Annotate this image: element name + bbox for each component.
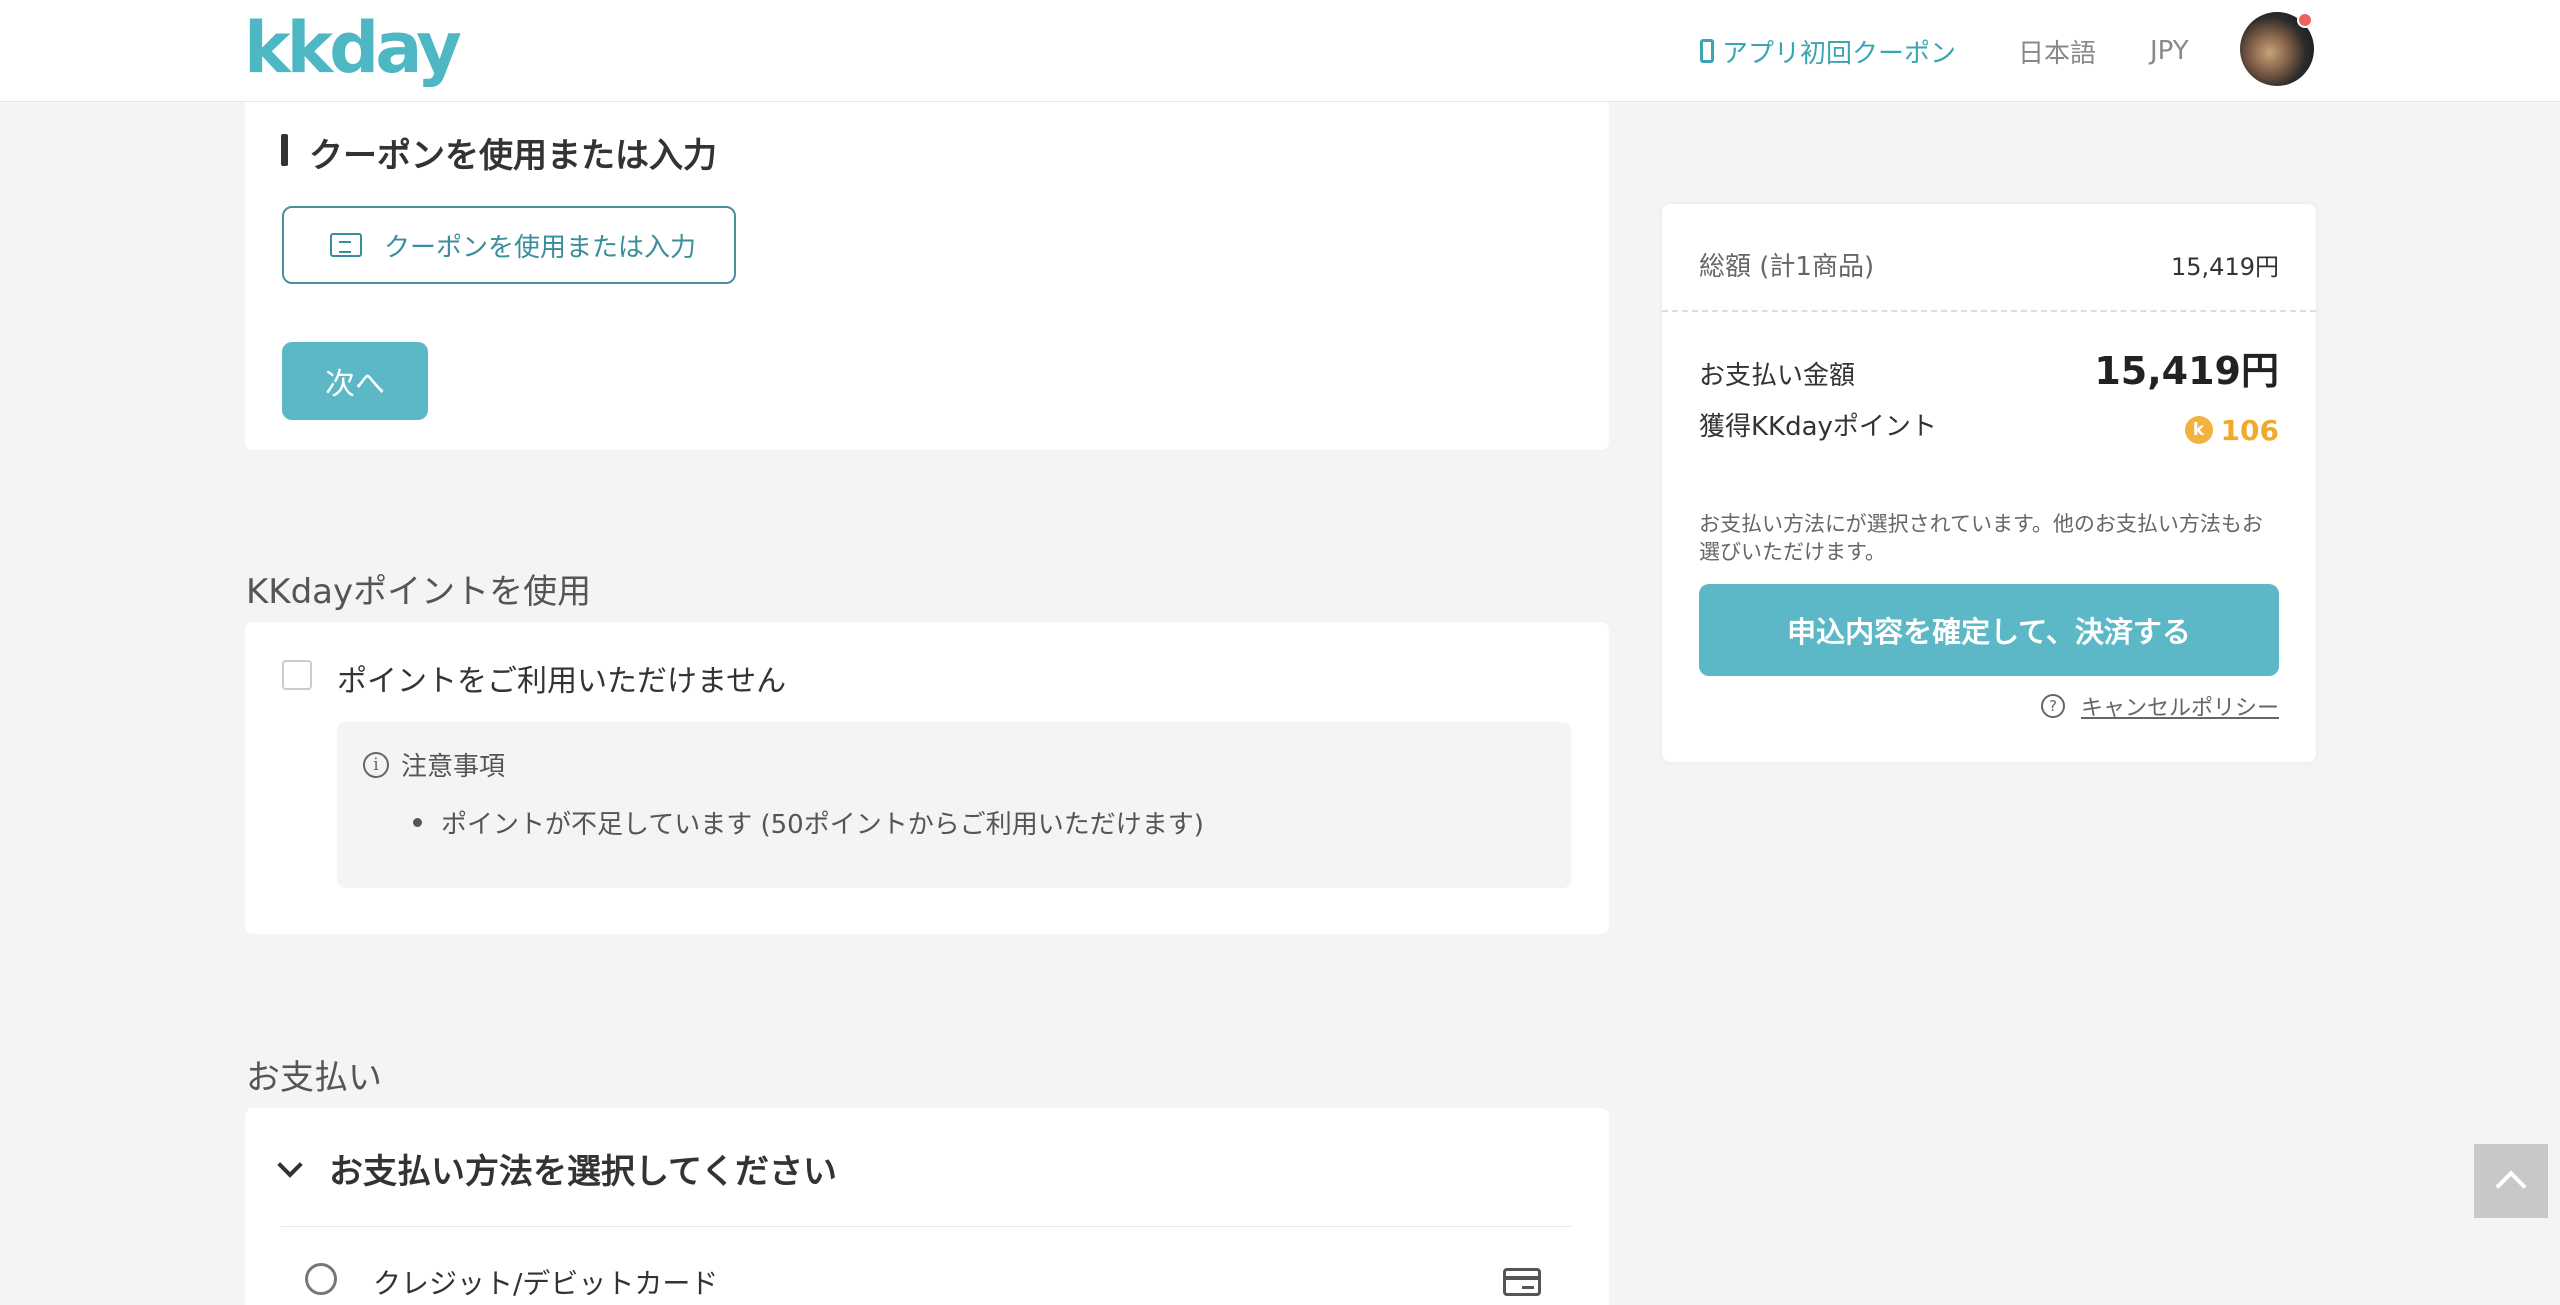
use-points-checkbox[interactable] xyxy=(282,660,312,690)
payment-method-title: お支払い方法を選択してください xyxy=(329,1152,837,1192)
currency-selector[interactable]: JPY xyxy=(2150,0,2189,102)
info-icon: i xyxy=(363,751,389,778)
confirm-payment-button[interactable]: 申込内容を確定して、決済する xyxy=(1699,584,2279,676)
top-header: kkday アプリ初回クーポン 日本語 JPY xyxy=(0,0,2560,102)
use-coupon-button[interactable]: クーポンを使用または入力 xyxy=(282,206,736,284)
payment-amount-row: お支払い金額 15,419円 xyxy=(1699,340,2279,395)
payment-amount-value: 15,419円 xyxy=(2094,349,2279,393)
cancel-policy-link[interactable]: キャンセルポリシー xyxy=(2081,690,2279,722)
notice-item: ポイントが不足しています (50ポイントからご利用いただけます) xyxy=(413,804,1204,841)
payment-note: お支払い方法にが選択されています。他のお支払い方法もお選びいただけます。 xyxy=(1699,512,2263,564)
cancel-policy: ? キャンセルポリシー xyxy=(2040,690,2279,722)
points-section-title: KKdayポイントを使用 xyxy=(246,572,592,612)
total-label: 総額 (計1商品) xyxy=(1699,252,1875,282)
app-coupon-link[interactable]: アプリ初回クーポン xyxy=(1700,0,1956,102)
chevron-up-icon xyxy=(2495,1170,2527,1202)
payment-method-toggle[interactable]: お支払い方法を選択してください xyxy=(269,1144,837,1193)
use-points-label: ポイントをご利用いただけません xyxy=(337,664,787,699)
app-coupon-label: アプリ初回クーポン xyxy=(1722,38,1957,69)
credit-card-option-label[interactable]: クレジット/デビットカード xyxy=(373,1262,718,1302)
language-selector[interactable]: 日本語 xyxy=(2018,0,2096,102)
coupon-card: クーポンを使用または入力 クーポンを使用または入力 次へ xyxy=(245,102,1609,450)
divider xyxy=(281,1226,1571,1227)
question-icon: ? xyxy=(2040,694,2065,718)
total-row: 総額 (計1商品) 15,419円 xyxy=(1699,246,2279,283)
use-coupon-label: クーポンを使用または入力 xyxy=(384,232,697,263)
ticket-icon xyxy=(330,233,362,257)
next-button[interactable]: 次へ xyxy=(282,342,428,420)
payment-card: お支払い方法を選択してください クレジット/デビットカード xyxy=(245,1108,1609,1305)
notification-dot xyxy=(2297,12,2313,28)
dashed-divider xyxy=(1662,310,2316,312)
credit-card-icon xyxy=(1503,1268,1541,1296)
earned-points-value: 106 xyxy=(2220,413,2279,447)
kkday-coin-icon: k xyxy=(2184,416,2213,444)
kkday-logo[interactable]: kkday xyxy=(244,8,462,88)
earned-points-label: 獲得KKdayポイント xyxy=(1699,412,1937,442)
coupon-section-title: クーポンを使用または入力 xyxy=(281,128,717,177)
payment-amount-label: お支払い金額 xyxy=(1699,361,1856,391)
order-summary: 総額 (計1商品) 15,419円 お支払い金額 15,419円 獲得KKday… xyxy=(1662,204,2316,762)
earned-points: k 106 xyxy=(2184,413,2279,447)
credit-card-radio[interactable] xyxy=(305,1263,337,1295)
notice-title: i 注意事項 xyxy=(363,746,505,783)
earned-points-row: 獲得KKdayポイント k 106 xyxy=(1699,406,2279,447)
phone-icon xyxy=(1700,39,1714,63)
total-value: 15,419円 xyxy=(2171,253,2279,281)
payment-section-title: お支払い xyxy=(246,1058,382,1098)
back-to-top-button[interactable] xyxy=(2474,1144,2548,1218)
notice-title-text: 注意事項 xyxy=(401,752,506,782)
chevron-down-icon xyxy=(277,1151,303,1178)
points-notice: i 注意事項 ポイントが不足しています (50ポイントからご利用いただけます) xyxy=(337,722,1571,888)
points-card: ポイントをご利用いただけません i 注意事項 ポイントが不足しています (50ポ… xyxy=(245,622,1609,934)
